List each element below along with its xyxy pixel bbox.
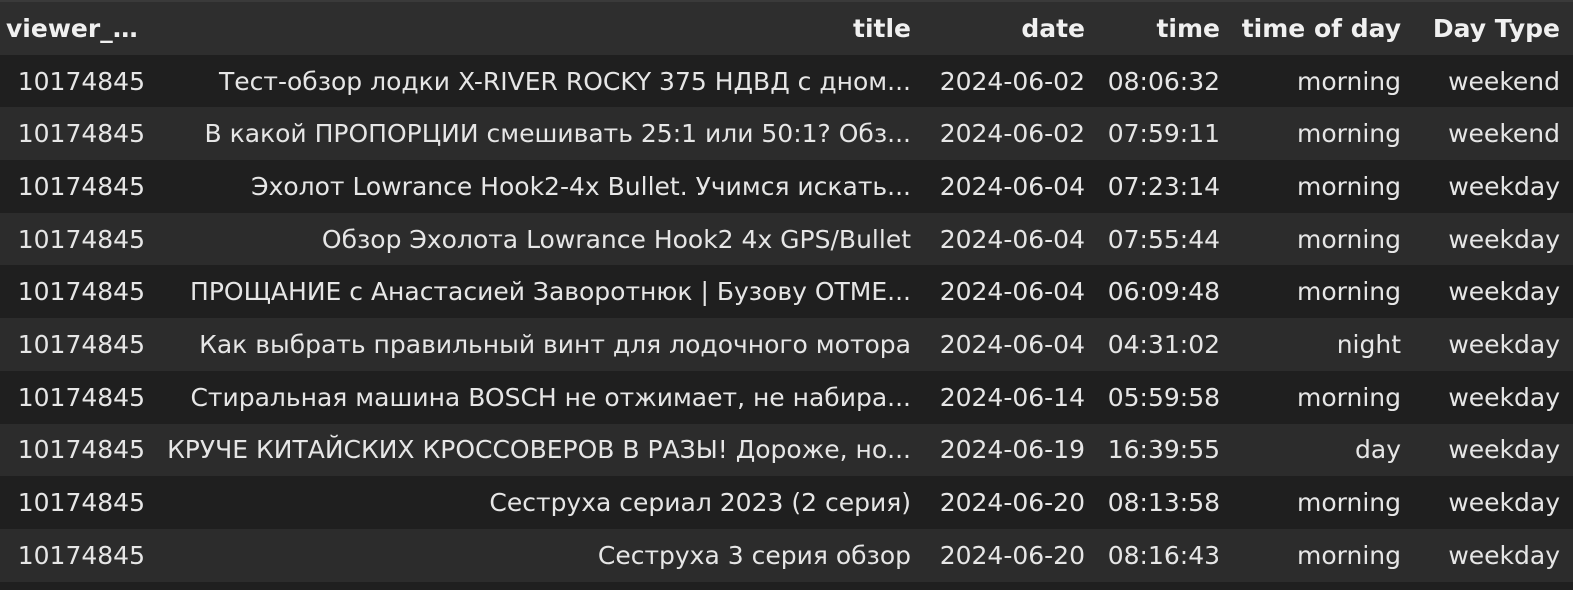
cell-time: 08:13:58 — [1098, 476, 1233, 529]
cell-date: 2024-06-04 — [924, 212, 1098, 266]
cell-time: 05:59:58 — [1098, 370, 1233, 424]
dataframe-output: viewer_uid title date time time of day D… — [0, 0, 1573, 590]
column-header-day-type: Day Type — [1414, 2, 1573, 55]
cell-time: 08:16:43 — [1098, 528, 1233, 582]
table-body: 10174845 Тест-обзор лодки X-RIVER ROCKY … — [0, 54, 1573, 582]
cell-time: 06:09:48 — [1098, 265, 1233, 319]
cell-viewer-uid: 10174845 — [0, 318, 158, 371]
cell-viewer-uid: 10174845 — [0, 423, 158, 477]
cell-time-of-day: morning — [1233, 107, 1414, 161]
cell-date: 2024-06-04 — [924, 265, 1098, 319]
cell-title: Эхолот Lowrance Hook2-4x Bullet. Учимся … — [158, 160, 924, 213]
cell-day-type: weekday — [1414, 370, 1573, 424]
header-row: viewer_uid title date time time of day D… — [0, 2, 1573, 55]
cell-viewer-uid: 10174845 — [0, 370, 158, 424]
cell-viewer-uid: 10174845 — [0, 528, 158, 582]
cell-time: 04:31:02 — [1098, 318, 1233, 371]
table-row: 10174845 В какой ПРОПОРЦИИ смешивать 25:… — [0, 107, 1573, 161]
cell-title: Сеструха 3 серия обзор — [158, 528, 924, 582]
cell-time: 07:59:11 — [1098, 107, 1233, 161]
cell-day-type: weekday — [1414, 212, 1573, 266]
cell-day-type: weekday — [1414, 528, 1573, 582]
cell-date: 2024-06-04 — [924, 318, 1098, 371]
cell-viewer-uid: 10174845 — [0, 476, 158, 529]
cell-title: В какой ПРОПОРЦИИ смешивать 25:1 или 50:… — [158, 107, 924, 161]
cell-time-of-day: morning — [1233, 370, 1414, 424]
cell-title: Стиральная машина BOSCH не отжимает, не … — [158, 370, 924, 424]
table-row: 10174845 Тест-обзор лодки X-RIVER ROCKY … — [0, 54, 1573, 108]
cell-date: 2024-06-20 — [924, 528, 1098, 582]
table-row: 10174845 ПРОЩАНИЕ с Анастасией Заворотню… — [0, 265, 1573, 319]
cell-time-of-day: day — [1233, 423, 1414, 477]
cell-date: 2024-06-04 — [924, 160, 1098, 213]
cell-title: Как выбрать правильный винт для лодочног… — [158, 318, 924, 371]
cell-time: 07:23:14 — [1098, 160, 1233, 213]
table-header: viewer_uid title date time time of day D… — [0, 2, 1573, 55]
cell-day-type: weekday — [1414, 423, 1573, 477]
table-row: 10174845 Стиральная машина BOSCH не отжи… — [0, 370, 1573, 424]
cell-viewer-uid: 10174845 — [0, 160, 158, 213]
column-header-viewer-uid: viewer_uid — [0, 2, 158, 55]
cell-time: 08:06:32 — [1098, 54, 1233, 108]
cell-date: 2024-06-19 — [924, 423, 1098, 477]
cell-date: 2024-06-20 — [924, 476, 1098, 529]
cell-title: КРУЧЕ КИТАЙСКИХ КРОССОВЕРОВ В РАЗЫ! Доро… — [158, 423, 924, 477]
cell-time-of-day: morning — [1233, 476, 1414, 529]
cell-time-of-day: night — [1233, 318, 1414, 371]
cell-day-type: weekday — [1414, 265, 1573, 319]
cell-date: 2024-06-02 — [924, 54, 1098, 108]
table-row: 10174845 Эхолот Lowrance Hook2-4x Bullet… — [0, 160, 1573, 213]
cell-title: Тест-обзор лодки X-RIVER ROCKY 375 НДВД … — [158, 54, 924, 108]
cell-time: 07:55:44 — [1098, 212, 1233, 266]
cell-time-of-day: morning — [1233, 528, 1414, 582]
cell-viewer-uid: 10174845 — [0, 212, 158, 266]
column-header-date: date — [924, 2, 1098, 55]
dataframe-table: viewer_uid title date time time of day D… — [0, 2, 1573, 582]
cell-time-of-day: morning — [1233, 212, 1414, 266]
cell-title: Сеструха сериал 2023 (2 серия) — [158, 476, 924, 529]
cell-title: Обзор Эхолота Lowrance Hook2 4x GPS/Bull… — [158, 212, 924, 266]
table-row: 10174845 Сеструха 3 серия обзор 2024-06-… — [0, 528, 1573, 582]
column-header-time: time — [1098, 2, 1233, 55]
cell-viewer-uid: 10174845 — [0, 265, 158, 319]
cell-time-of-day: morning — [1233, 160, 1414, 213]
cell-date: 2024-06-02 — [924, 107, 1098, 161]
cell-viewer-uid: 10174845 — [0, 54, 158, 108]
cell-day-type: weekday — [1414, 318, 1573, 371]
cell-day-type: weekday — [1414, 476, 1573, 529]
cell-day-type: weekend — [1414, 107, 1573, 161]
cell-day-type: weekday — [1414, 160, 1573, 213]
cell-time-of-day: morning — [1233, 54, 1414, 108]
cell-time-of-day: morning — [1233, 265, 1414, 319]
column-header-title: title — [158, 2, 924, 55]
cell-date: 2024-06-14 — [924, 370, 1098, 424]
table-row: 10174845 Сеструха сериал 2023 (2 серия) … — [0, 476, 1573, 529]
cell-title: ПРОЩАНИЕ с Анастасией Заворотнюк | Бузов… — [158, 265, 924, 319]
table-row: 10174845 Как выбрать правильный винт для… — [0, 318, 1573, 371]
cell-time: 16:39:55 — [1098, 423, 1233, 477]
cell-day-type: weekend — [1414, 54, 1573, 108]
column-header-time-of-day: time of day — [1233, 2, 1414, 55]
cell-viewer-uid: 10174845 — [0, 107, 158, 161]
table-row: 10174845 КРУЧЕ КИТАЙСКИХ КРОССОВЕРОВ В Р… — [0, 423, 1573, 477]
table-row: 10174845 Обзор Эхолота Lowrance Hook2 4x… — [0, 212, 1573, 266]
